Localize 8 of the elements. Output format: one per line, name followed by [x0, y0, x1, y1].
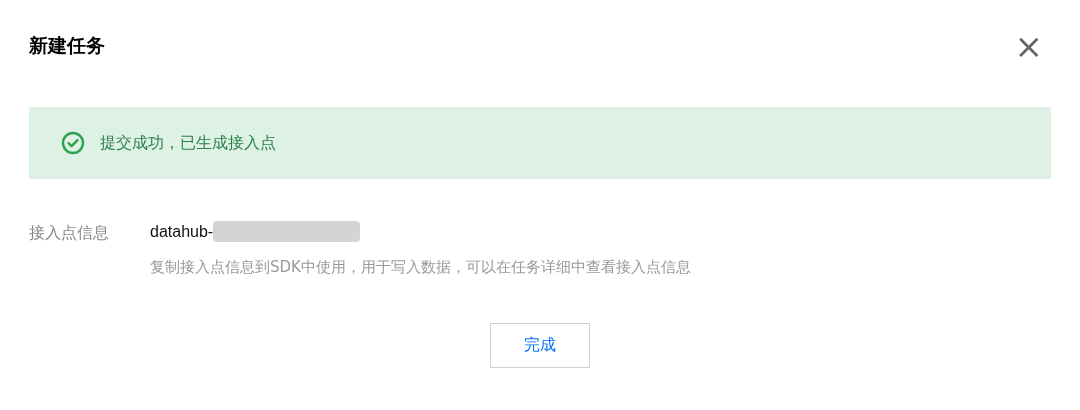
check-circle-icon	[61, 131, 85, 155]
hint-text: 复制接入点信息到SDK中使用，用于写入数据，可以在任务详细中查看接入点信息	[150, 258, 691, 277]
endpoint-value: datahub-	[150, 222, 214, 241]
close-button[interactable]: ×	[1014, 29, 1051, 63]
dialog-title: 新建任务	[29, 33, 105, 58]
field-label: 接入点信息	[29, 222, 110, 244]
done-button[interactable]: 完成	[490, 323, 590, 368]
alert-message: 提交成功，已生成接入点	[100, 132, 276, 154]
